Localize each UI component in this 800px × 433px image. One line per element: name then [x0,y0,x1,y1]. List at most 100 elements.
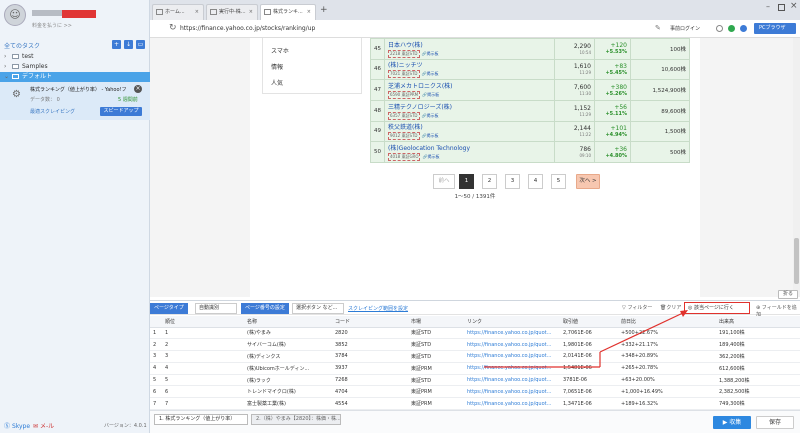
price-value: 1,152 [573,104,591,112]
close-icon[interactable]: × [249,5,253,19]
fold-button[interactable]: 折る [778,290,798,299]
close-icon[interactable]: × [307,5,311,19]
bottom-tab[interactable]: 1. 株式ランキング（値上がり率） [154,414,248,425]
volume-cell: 10,600株 [630,58,690,81]
minimize-icon[interactable]: – [766,2,770,11]
reload-icon[interactable]: ↻ [169,23,177,33]
filter-button[interactable]: ▽ フィルター [622,304,652,311]
table-row[interactable]: 2 2 サイバーコム(株) 3852 東証STD https://finance.yaho… [150,338,800,352]
prev-page-button[interactable]: 前へ [433,174,455,189]
mail-link[interactable]: ✉ メ-ル [33,421,54,430]
task-name[interactable]: 株式ランキング（値上がり率） - Yahoo!フ [30,86,127,93]
extension-icon[interactable] [740,25,747,32]
import-icon[interactable]: ↓ [124,40,133,49]
link-cell[interactable]: https://finance.yahoo.co.jp/quot... [464,374,560,387]
table-row[interactable]: 7 7 富士製薬工業(株) 4554 東証PRM https://finance.yaho… [150,397,800,410]
nav-link[interactable]: 人気 [271,78,283,87]
table-row[interactable]: 6 6 トレンドマイクロ(株) 4704 東証PRM https://finance.ya… [150,385,800,399]
maximize-icon[interactable] [778,4,785,11]
column-header[interactable]: 市場 [408,316,464,328]
upgrade-link[interactable]: 料金を払うに >> [32,22,72,29]
column-header[interactable] [150,316,162,328]
board-link[interactable]: 🔗掲示板 [422,113,439,118]
page-button[interactable]: 3 [505,174,520,189]
clear-label: クリア [666,305,682,311]
board-link[interactable]: 🔗掲示板 [422,154,439,159]
stock-name-link[interactable]: 秩父鉄道(株) [388,122,554,131]
scrape-range-link[interactable]: スクレイピング範囲を設定 [348,305,408,312]
nav-link[interactable]: スマホ [271,46,289,55]
change-cell: +380 +5.26% [594,79,631,101]
link-cell[interactable]: https://finance.yahoo.co.jp/quot... [464,350,560,363]
new-folder-icon[interactable]: ▭ [136,40,145,49]
close-icon[interactable]: × [134,85,142,93]
table-row[interactable]: 3 3 (株)ディンクス 3784 東証STD https://finance.yahoo… [150,350,800,363]
board-link[interactable]: 🔗掲示板 [422,92,439,97]
bottom-tab[interactable]: 2.（株）やまみ【2820】：株価・株... [251,414,341,425]
pre-login-button[interactable]: 事前ログイン [670,25,700,32]
close-icon[interactable]: × [195,5,199,19]
tab-ranking[interactable]: 株式ランキ... × [260,4,316,20]
extension-icon[interactable] [728,25,735,32]
tree-item-samples[interactable]: › Samples [0,62,150,72]
table-row[interactable]: 4 4 (株)Ubicomホールディン... 3937 東証PRM https://fin… [150,362,800,375]
nav-link[interactable]: 情報 [271,62,283,71]
page-type-select[interactable]: 自動識別 [195,303,237,314]
page-number-select[interactable]: 選択ボタン など... [292,303,344,314]
page-button[interactable]: 5 [551,174,566,189]
change-value: +380 [610,83,627,91]
new-task-icon[interactable]: + [112,40,121,49]
column-header[interactable]: リンク [464,316,560,328]
column-header[interactable]: 名称 [244,316,332,328]
stock-name-link[interactable]: 日本ハウ(株) [388,40,554,49]
save-button[interactable]: 保存 [756,416,794,429]
table-cell: トレンドマイクロ(株) [244,385,332,399]
gear-icon[interactable] [716,25,723,32]
column-header[interactable]: 前日比 [618,316,716,328]
collect-button[interactable]: ▶ 収集 [713,416,751,429]
table-cell: (株)ディンクス [244,350,332,363]
skype-link[interactable]: Ⓢ Skype [4,421,30,430]
avatar[interactable]: ☺ [4,4,26,26]
tab-running[interactable]: 実行中-株... × [206,4,258,20]
link-cell[interactable]: https://finance.yahoo.co.jp/quot... [464,397,560,410]
column-header[interactable]: 取引値 [560,316,618,328]
link-cell[interactable]: https://finance.yahoo.co.jp/quot... [464,385,560,399]
close-window-icon[interactable]: × [790,1,798,11]
tree-item-test[interactable]: › test [0,52,150,62]
page-button[interactable]: 2 [482,174,497,189]
pc-browser-select[interactable]: PCブラウザ [754,23,796,34]
all-tasks-title[interactable]: 全てのタスク [4,41,40,50]
speedup-button[interactable]: スピードアップ [100,107,142,116]
board-link[interactable]: 🔗掲示板 [422,133,439,138]
scrollbar[interactable] [793,38,800,297]
scrollbar-thumb[interactable] [794,238,799,284]
board-link[interactable]: 🔗掲示板 [422,71,439,76]
stock-name-link[interactable]: (株)ニッチツ [388,60,554,69]
clear-button[interactable]: 🗑クリア [660,304,681,311]
table-row[interactable]: 5 5 (株)ラック 7268 東証STD https://finance.yahoo.c… [150,374,800,387]
page-button[interactable]: 4 [528,174,543,189]
task-item[interactable]: ⚙ 株式ランキング（値上がり率） - Yahoo!フ × データ数： 0 5 週… [0,82,150,120]
column-header[interactable]: コード [332,316,408,328]
stock-name-link[interactable]: 芝浦メカトロニクス(株) [388,81,554,90]
table-row[interactable]: 1 1 (株)やまみ 2820 東証STD https://finance.yahoo.c… [150,327,800,340]
stock-name-link[interactable]: (株)Geolocation Technology [388,143,554,152]
link-cell[interactable]: https://finance.yahoo.co.jp/quot... [464,327,560,340]
link-cell[interactable]: https://finance.yahoo.co.jp/quot... [464,338,560,352]
new-tab-icon[interactable]: + [320,5,328,15]
go-to-page-button[interactable]: ◎ 該当ページに行く [684,302,750,314]
tree-item-default[interactable]: ⌄ デフォルト [0,72,150,82]
table-cell: 富士製薬工業(株) [244,397,332,410]
tab-home[interactable]: ホーム... × [152,4,204,20]
stock-name-link[interactable]: 三精テクノロジーズ(株) [388,102,554,111]
ranking-row: 45 日本ハウ(株) 2218 東証STD 🔗掲示板 2,290 10:54 +120 +5.… [370,38,690,60]
column-header[interactable]: 出来高 [716,316,800,328]
link-cell[interactable]: https://finance.yahoo.co.jp/quot... [464,362,560,375]
edit-icon[interactable]: ✎ [655,24,661,32]
url-field[interactable]: https://finance.yahoo.co.jp/stocks/ranki… [180,25,315,32]
column-header[interactable]: 順位 [162,316,244,328]
page-button[interactable]: 1 [459,174,474,189]
next-page-button[interactable]: 次へ > [576,174,600,189]
board-link[interactable]: 🔗掲示板 [422,51,439,56]
